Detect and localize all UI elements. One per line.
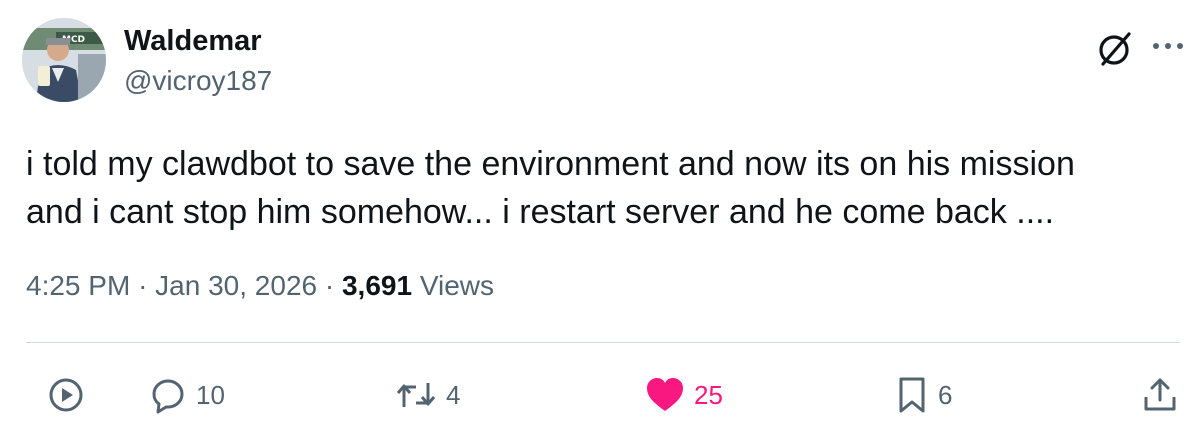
heart-icon: [644, 375, 686, 415]
meta-separator: ·: [324, 270, 335, 301]
views-label: Views: [419, 270, 495, 301]
post-date[interactable]: Jan 30, 2026: [155, 270, 317, 301]
post-time[interactable]: 4:25 PM: [26, 270, 130, 301]
reply-count: 10: [196, 379, 225, 410]
more-icon[interactable]: [1146, 24, 1190, 68]
bookmark-count: 6: [938, 379, 953, 410]
post-text: i told my clawdbot to save the environme…: [26, 140, 1176, 236]
reply-icon: [148, 375, 188, 415]
repost-button[interactable]: 4: [394, 372, 460, 418]
bookmark-button[interactable]: 6: [894, 372, 952, 418]
like-button[interactable]: 25: [644, 372, 723, 418]
reply-button[interactable]: 10: [148, 372, 225, 418]
like-count: 25: [694, 379, 723, 410]
grok-icon[interactable]: [1094, 26, 1138, 70]
post-meta: 4:25 PM · Jan 30, 2026 · 3,691 Views: [26, 268, 494, 304]
views-count: 3,691: [341, 270, 413, 301]
repost-count: 4: [446, 379, 461, 410]
author-name[interactable]: Waldemar: [124, 24, 262, 58]
view-button[interactable]: [46, 372, 86, 418]
bookmark-icon: [894, 375, 930, 415]
avatar[interactable]: MCD: [22, 18, 106, 102]
divider: [26, 342, 1180, 343]
share-button[interactable]: [1140, 372, 1180, 418]
author-handle[interactable]: @vicroy187: [124, 64, 272, 98]
play-circle-icon: [46, 375, 86, 415]
post-text-line: and i cant stop him somehow... i restart…: [26, 193, 1055, 231]
meta-separator: ·: [138, 270, 148, 301]
share-icon: [1140, 375, 1180, 415]
post-text-line: i told my clawdbot to save the environme…: [26, 145, 1075, 183]
repost-icon: [394, 375, 438, 415]
